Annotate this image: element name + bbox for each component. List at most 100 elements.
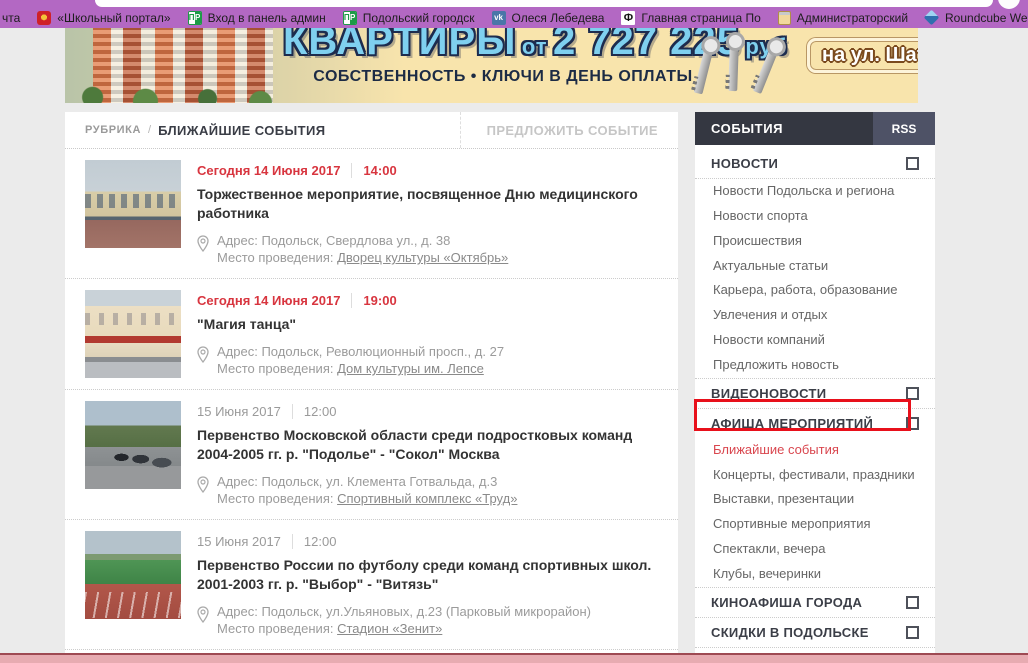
bookmark-label: Подольский городск — [363, 11, 475, 25]
bookmark-item[interactable]: Ф Главная страница По — [621, 11, 760, 25]
venue-link[interactable]: Спортивный комплекс «Труд» — [337, 491, 517, 506]
sidebar-menu: НОВОСТИ Новости Подольска и региона Ново… — [695, 145, 935, 663]
venue-prefix: Место проведения: — [217, 621, 333, 636]
sidebar-item[interactable]: Происшествия — [695, 229, 935, 254]
event-date: 15 Июня 2017 — [197, 534, 281, 549]
sidebar-section-discounts[interactable]: СКИДКИ В ПОДОЛЬСКЕ — [695, 617, 935, 647]
date-time-divider — [351, 163, 352, 178]
event-time: 14:00 — [363, 163, 396, 178]
browser-bookmarks-bar: ▾ ☆ чта «Школьный портал» ПРВход в панел… — [0, 0, 1028, 28]
event-time: 19:00 — [363, 293, 396, 308]
banner-subtitle: СОБСТВЕННОСТЬ • КЛЮЧИ В ДЕНЬ ОПЛАТЫ — [293, 68, 713, 86]
event-address: Адрес: Подольск, Свердлова ул., д. 38 — [217, 232, 508, 250]
bookmark-label: Главная страница По — [641, 11, 760, 25]
breadcrumb-section[interactable]: РУБРИКА — [85, 124, 141, 136]
bookmark-label: чта — [2, 11, 20, 25]
sidebar: СОБЫТИЯ RSS НОВОСТИ Новости Подольска и … — [695, 112, 935, 663]
event-thumbnail[interactable] — [85, 290, 181, 378]
event-date: Сегодня 14 Июня 2017 — [197, 163, 340, 178]
date-time-divider — [292, 534, 293, 549]
section-toggle-icon[interactable] — [906, 157, 919, 170]
event-address: Адрес: Подольск, ул. Клемента Готвальда,… — [217, 473, 517, 491]
keys-image — [677, 32, 797, 102]
sidebar-item[interactable]: Новости спорта — [695, 204, 935, 229]
sidebar-item[interactable]: Увлечения и отдых — [695, 303, 935, 328]
breadcrumb-separator: / — [148, 124, 151, 136]
bottom-banner-edge — [0, 653, 1028, 663]
event-thumbnail[interactable] — [85, 401, 181, 489]
section-toggle-icon[interactable] — [906, 417, 919, 430]
sidebar-item[interactable]: Актуальные статьи — [695, 254, 935, 279]
rss-button[interactable]: RSS — [873, 112, 935, 145]
sidebar-section-news[interactable]: НОВОСТИ — [695, 149, 935, 179]
sidebar-item[interactable]: Предложить новость — [695, 353, 935, 378]
venue-link[interactable]: Дом культуры им. Лепсе — [337, 361, 484, 376]
event-time: 12:00 — [304, 404, 337, 419]
address-bar[interactable]: ▾ ☆ — [95, 0, 993, 7]
banner-price-from: от — [522, 34, 548, 59]
banner-title-word: КВАРТИРЫ — [283, 28, 516, 63]
event-address: Адрес: Подольск, Революционный просп., д… — [217, 343, 504, 361]
sidebar-item[interactable]: Клубы, вечеринки — [695, 562, 935, 587]
crest-icon — [37, 11, 51, 25]
section-toggle-icon[interactable] — [906, 596, 919, 609]
screen: ▾ ☆ чта «Школьный портал» ПРВход в панел… — [0, 0, 1028, 663]
pr-logo-icon: ПР — [188, 11, 202, 25]
date-time-divider — [292, 404, 293, 419]
sidebar-header: СОБЫТИЯ RSS — [695, 112, 935, 145]
event-row: 15 Июня 2017 12:00 Первенство России по ф… — [65, 520, 678, 650]
bookmark-item[interactable]: Roundcube Webma — [925, 11, 1028, 25]
event-row: Сегодня 14 Июня 201719:00 "Магия танца" … — [65, 279, 678, 390]
venue-prefix: Место проведения: — [217, 491, 333, 506]
section-toggle-icon[interactable] — [906, 626, 919, 639]
sidebar-item[interactable]: Спектакли, вечера — [695, 537, 935, 562]
sidebar-item[interactable]: Выставки, презентации — [695, 487, 935, 512]
sidebar-section-afisha[interactable]: АФИША МЕРОПРИЯТИЙ — [695, 408, 935, 438]
bookmark-item[interactable]: чта — [2, 11, 20, 25]
event-row: 15 Июня 201712:00 Первенство Московской … — [65, 390, 678, 520]
sidebar-section-cinema[interactable]: КИНОАФИША ГОРОДА — [695, 587, 935, 617]
sidebar-header-title: СОБЫТИЯ — [695, 112, 783, 145]
roundcube-icon — [925, 11, 939, 25]
section-toggle-icon[interactable] — [906, 387, 919, 400]
location-pin-icon — [197, 235, 209, 252]
bookmark-item[interactable]: Администраторский — [778, 11, 908, 25]
sidebar-item[interactable]: Спортивные мероприятия — [695, 512, 935, 537]
event-dateline: Сегодня 14 Июня 2017 19:00 — [197, 293, 658, 308]
sidebar-item-concerts[interactable]: Концерты, фестивали, праздники — [695, 463, 935, 488]
event-row: Сегодня 14 Июня 2017 14:00 Торжественное … — [65, 149, 678, 279]
event-dateline: 15 Июня 201712:00 — [197, 404, 658, 419]
venue-link[interactable]: Дворец культуры «Октябрь» — [337, 250, 508, 265]
event-date: Сегодня 14 Июня 2017 — [197, 293, 340, 308]
sidebar-item-upcoming-events[interactable]: Ближайшие события — [695, 438, 935, 463]
sidebar-section-videonews[interactable]: ВИДЕОНОВОСТИ — [695, 378, 935, 408]
event-dateline: 15 Июня 2017 12:00 — [197, 534, 658, 549]
sidebar-item[interactable]: Новости компаний — [695, 328, 935, 353]
venue-prefix: Место проведения: — [217, 361, 333, 376]
sidebar-item[interactable]: Новости Подольска и региона — [695, 179, 935, 204]
bookmark-label: Администраторский — [797, 11, 908, 25]
suggest-event-button[interactable]: ПРЕДЛОЖИТЬ СОБЫТИЕ — [460, 112, 658, 148]
bookmark-label: Roundcube Webma — [945, 11, 1028, 25]
bookmark-item[interactable]: ПРВход в панель админ — [188, 11, 326, 25]
f-logo-icon: Ф — [621, 11, 635, 25]
bookmark-item[interactable]: «Школьный портал» — [37, 11, 170, 25]
breadcrumb-current: БЛИЖАЙШИЕ СОБЫТИЯ — [158, 123, 325, 138]
event-title-link[interactable]: "Магия танца" — [197, 315, 658, 334]
event-title-link[interactable]: Торжественное мероприятие, посвященное Д… — [197, 185, 658, 223]
event-time: 12:00 — [304, 534, 337, 549]
event-title-link[interactable]: Первенство Московской области среди подр… — [197, 426, 658, 464]
event-thumbnail[interactable] — [85, 160, 181, 248]
trees-image — [65, 83, 295, 103]
venue-link[interactable]: Стадион «Зенит» — [337, 621, 442, 636]
bookmark-item[interactable]: vkОлеся Лебедева — [492, 11, 605, 25]
location-pin-icon — [197, 606, 209, 623]
event-title-link[interactable]: Первенство России по футболу среди коман… — [197, 556, 658, 594]
vk-icon: vk — [492, 11, 506, 25]
events-list-panel: РУБРИКА / БЛИЖАЙШИЕ СОБЫТИЯ ПРЕДЛОЖИТЬ С… — [65, 112, 678, 663]
sidebar-item[interactable]: Карьера, работа, образование — [695, 278, 935, 303]
event-thumbnail[interactable] — [85, 531, 181, 619]
ad-banner[interactable]: КВАРТИРЫ от 2 727 225 руб СОБСТВЕННОСТЬ … — [65, 28, 918, 103]
bookmark-item[interactable]: ПР Подольский городск — [343, 11, 475, 25]
pr-logo-icon: ПР — [343, 11, 357, 25]
